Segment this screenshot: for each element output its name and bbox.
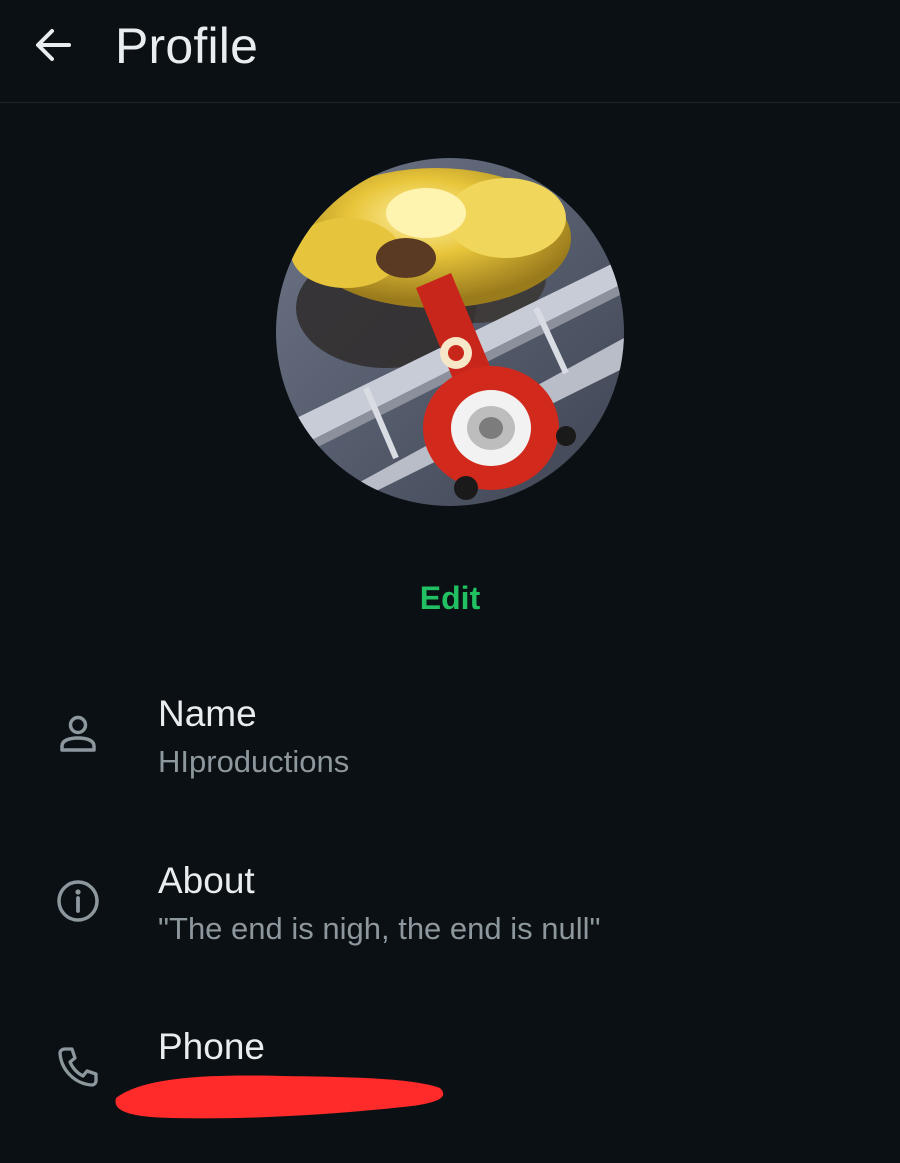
arrow-left-icon bbox=[36, 29, 71, 61]
back-button[interactable] bbox=[30, 24, 76, 66]
person-icon bbox=[52, 708, 104, 760]
profile-photo[interactable] bbox=[276, 158, 624, 506]
profile-photo-image bbox=[276, 158, 624, 506]
name-label: Name bbox=[158, 693, 257, 734]
page-title: Profile bbox=[115, 18, 259, 74]
phone-label: Phone bbox=[158, 1026, 265, 1067]
name-value: HIproductions bbox=[158, 744, 350, 779]
info-icon bbox=[52, 875, 104, 927]
name-field-row[interactable]: Name HIproductions bbox=[0, 680, 900, 810]
about-value: "The end is nigh, the end is null" bbox=[158, 911, 601, 946]
about-label: About bbox=[158, 860, 255, 901]
phone-icon bbox=[52, 1041, 104, 1093]
about-field-row[interactable]: About "The end is nigh, the end is null" bbox=[0, 847, 900, 977]
edit-photo-button[interactable]: Edit bbox=[0, 578, 900, 618]
top-app-bar: Profile bbox=[0, 0, 900, 103]
redaction-scribble bbox=[115, 1075, 444, 1119]
